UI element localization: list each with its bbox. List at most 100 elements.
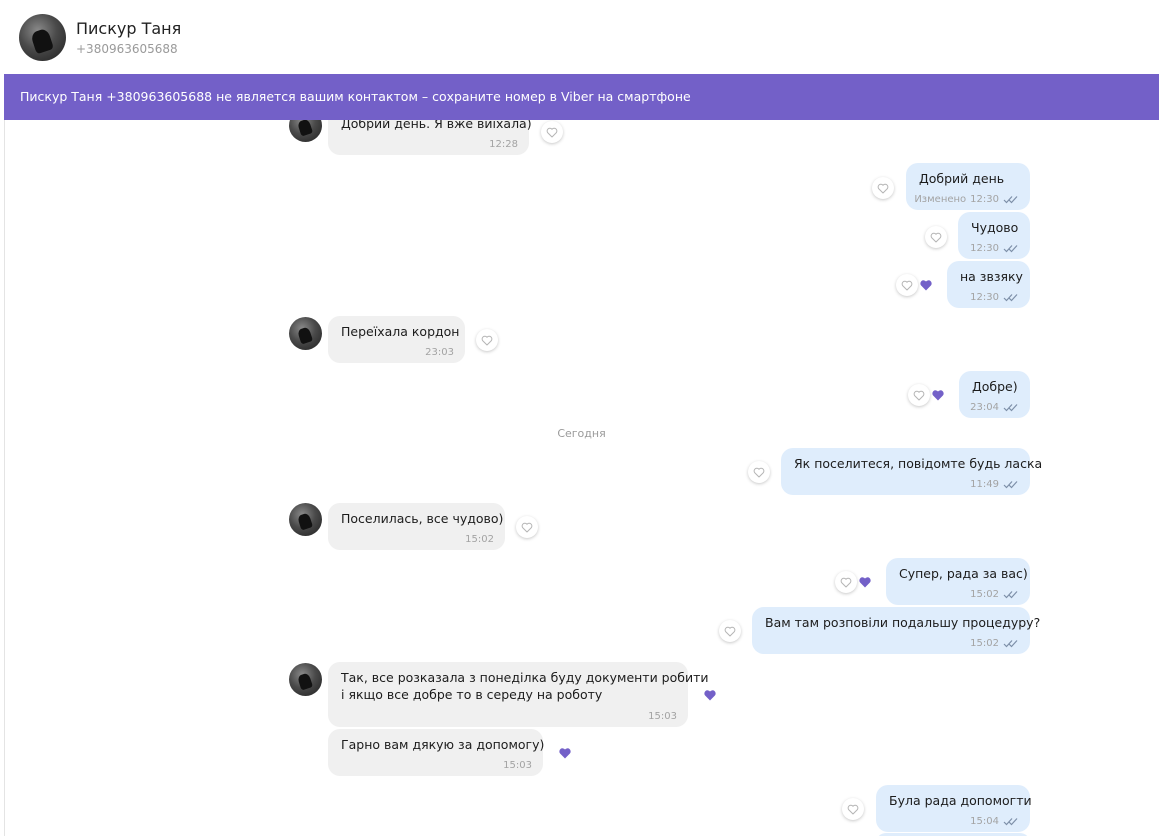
message-meta: 15:02	[465, 534, 494, 545]
message-time: 23:03	[425, 347, 454, 358]
message-text: Гарно вам дякую за допомогу)	[341, 737, 545, 752]
message-time: 15:02	[970, 638, 999, 649]
message-bubble-outgoing[interactable]: Супер, рада за вас) 15:02	[886, 558, 1030, 605]
heart-outline-icon	[521, 522, 533, 532]
sender-avatar[interactable]	[289, 120, 322, 142]
sender-avatar[interactable]	[289, 317, 322, 350]
date-separator: Сегодня	[557, 427, 606, 440]
sender-avatar[interactable]	[289, 503, 322, 536]
like-button[interactable]	[541, 121, 563, 143]
heart-outline-icon	[877, 183, 889, 193]
message-time: 12:30	[970, 194, 999, 205]
contact-name[interactable]: Пискур Таня	[76, 19, 181, 38]
message-time: 15:03	[648, 711, 677, 722]
message-meta: 15:03	[503, 760, 532, 771]
message-bubble-incoming[interactable]: Гарно вам дякую за допомогу) 15:03	[328, 729, 545, 776]
contact-phone: +380963605688	[76, 42, 178, 56]
double-check-icon	[1003, 639, 1019, 648]
message-time: 15:02	[970, 589, 999, 600]
message-text: Переїхала кордон	[341, 324, 460, 339]
chat-header: Пискур Таня +380963605688	[4, 0, 1159, 74]
heart-filled-icon[interactable]	[558, 747, 572, 759]
message-text: Як поселитеся, повідомте будь ласка	[794, 456, 1043, 471]
message-meta: 15:02	[970, 638, 1019, 649]
message-time: 11:49	[970, 479, 999, 490]
message-bubble-incoming[interactable]: Так, все розказала з понеділка буду доку…	[328, 662, 709, 727]
like-button[interactable]	[896, 274, 918, 296]
like-button[interactable]	[719, 620, 741, 642]
sender-avatar[interactable]	[289, 663, 322, 696]
heart-outline-icon	[546, 127, 558, 137]
message-meta: 12:30	[970, 243, 1019, 254]
like-button[interactable]	[872, 177, 894, 199]
heart-filled-icon[interactable]	[919, 279, 933, 291]
message-meta: 11:49	[970, 479, 1019, 490]
heart-filled-icon[interactable]	[858, 576, 872, 588]
message-text: Поселилась, все чудово)	[341, 511, 504, 526]
message-text: Добре)	[972, 379, 1018, 394]
message-bubble-outgoing[interactable]: Добрий день Изменено 12:30	[906, 163, 1030, 210]
heart-outline-icon	[901, 280, 913, 290]
double-check-icon	[1003, 244, 1019, 253]
message-bubble-outgoing[interactable]: Чудово 12:30	[958, 212, 1030, 259]
like-button[interactable]	[476, 329, 498, 351]
message-text: Добрий день	[919, 171, 1005, 186]
heart-outline-icon	[913, 390, 925, 400]
message-meta: 12:28	[489, 139, 518, 150]
like-button[interactable]	[842, 798, 864, 820]
message-bubble-outgoing[interactable]: Була рада допомогти 15:04	[876, 785, 1032, 832]
like-button[interactable]	[908, 384, 930, 406]
double-check-icon	[1003, 817, 1019, 826]
contact-avatar[interactable]	[19, 14, 66, 61]
message-time: 12:28	[489, 139, 518, 150]
message-time: 12:30	[970, 292, 999, 303]
heart-outline-icon	[753, 467, 765, 477]
message-bubble-outgoing[interactable]: Як поселитеся, повідомте будь ласка 11:4…	[781, 448, 1043, 495]
message-meta: 15:02	[970, 589, 1019, 600]
message-text: Так, все розказала з понеділка буду доку…	[341, 670, 709, 685]
message-bubble-incoming[interactable]: Поселилась, все чудово) 15:02	[328, 503, 505, 550]
like-button[interactable]	[748, 461, 770, 483]
double-check-icon	[1003, 195, 1019, 204]
not-a-contact-banner: Пискур Таня +380963605688 не является ва…	[4, 74, 1159, 120]
message-time: 15:04	[970, 816, 999, 827]
message-bubble-outgoing[interactable]: на звзяку 12:30	[947, 261, 1030, 308]
message-text: Добрий день. Я вже виїхала)	[341, 120, 532, 131]
heart-filled-icon[interactable]	[703, 689, 717, 701]
message-time: 15:03	[503, 760, 532, 771]
double-check-icon	[1003, 480, 1019, 489]
message-meta: 23:04	[970, 402, 1019, 413]
message-bubble-incoming[interactable]: Добрий день. Я вже виїхала) 12:28	[328, 120, 532, 155]
message-bubble-outgoing[interactable]: Вам там розповіли подальшу процедуру? 15…	[752, 607, 1041, 654]
edited-label: Изменено	[914, 194, 967, 205]
message-time: 15:02	[465, 534, 494, 545]
heart-filled-icon[interactable]	[931, 389, 945, 401]
message-meta: 15:03	[648, 711, 677, 722]
heart-outline-icon	[840, 577, 852, 587]
message-meta: 12:30	[970, 292, 1019, 303]
message-text: Чудово	[971, 220, 1019, 235]
double-check-icon	[1003, 293, 1019, 302]
message-text: Була рада допомогти	[889, 793, 1032, 808]
heart-outline-icon	[847, 804, 859, 814]
double-check-icon	[1003, 403, 1019, 412]
like-button[interactable]	[516, 516, 538, 538]
message-bubble-outgoing[interactable]: Добре) 23:04	[959, 371, 1030, 418]
message-meta: 23:03	[425, 347, 454, 358]
message-meta: 15:04	[970, 816, 1019, 827]
message-text: Супер, рада за вас)	[899, 566, 1028, 581]
message-text: Вам там розповіли подальшу процедуру?	[765, 615, 1041, 630]
like-button[interactable]	[925, 226, 947, 248]
double-check-icon	[1003, 590, 1019, 599]
message-list[interactable]: Добрий день. Я вже виїхала) 12:28 Добрий…	[4, 120, 1159, 836]
message-bubble-incoming[interactable]: Переїхала кордон 23:03	[328, 316, 465, 363]
message-text-line-2: і якщо все добре то в середу на роботу	[341, 687, 603, 702]
message-text: на звзяку	[960, 269, 1023, 284]
heart-outline-icon	[481, 335, 493, 345]
like-button[interactable]	[835, 571, 857, 593]
message-meta: Изменено 12:30	[914, 194, 1019, 205]
heart-outline-icon	[724, 626, 736, 636]
heart-outline-icon	[930, 232, 942, 242]
message-time: 12:30	[970, 243, 999, 254]
message-time: 23:04	[970, 402, 999, 413]
